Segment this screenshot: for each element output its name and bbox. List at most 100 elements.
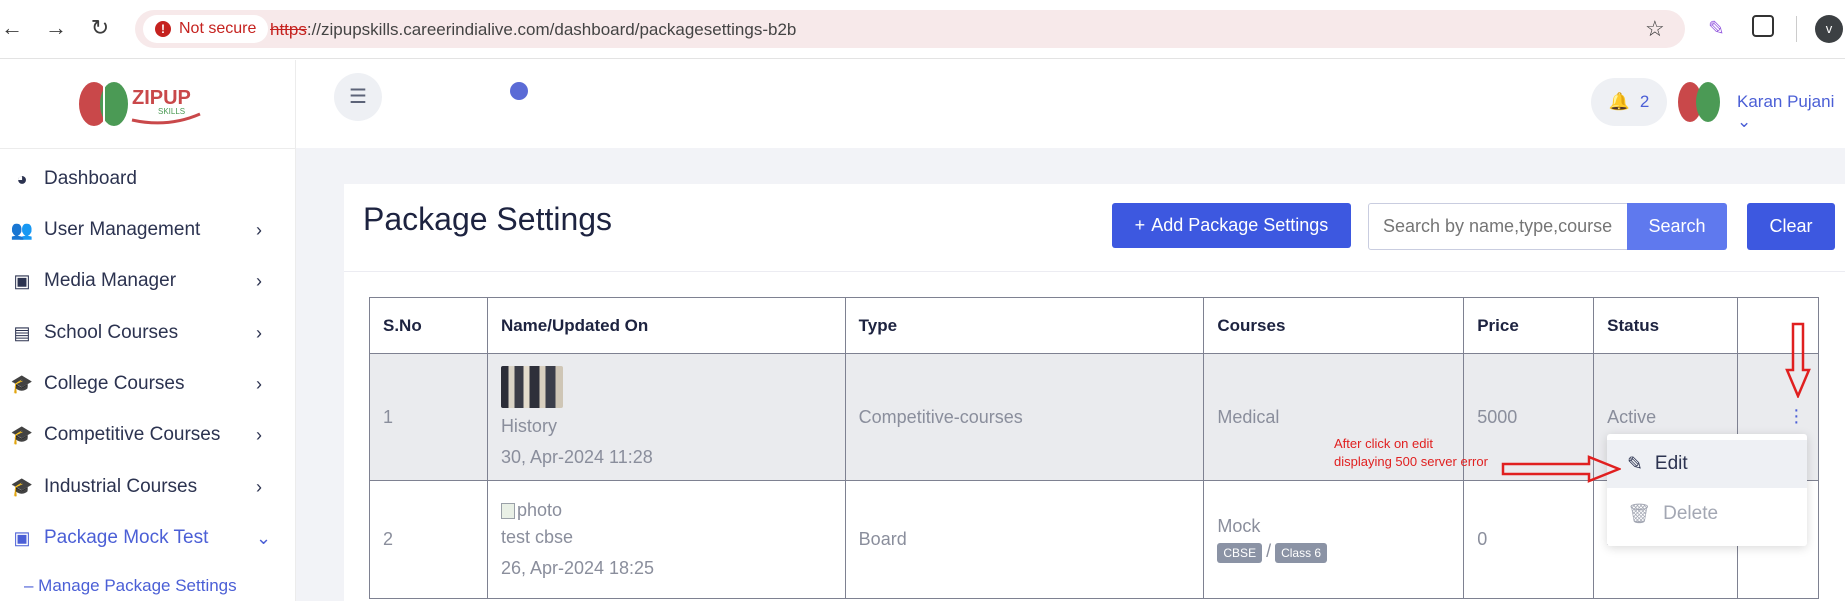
sidebar-item-industrial-courses[interactable]: 🎓 Industrial Courses › <box>0 465 296 509</box>
chevron-right-icon: › <box>256 219 262 240</box>
sidebar-item-user-management[interactable]: 👥 User Management › <box>0 208 296 252</box>
users-icon: 👥 <box>10 219 34 240</box>
clear-button[interactable]: Clear <box>1747 203 1835 250</box>
sidebar-item-school-courses[interactable]: ▤ School Courses › <box>0 311 296 355</box>
image-icon: ▣ <box>13 270 31 291</box>
edit-label: Edit <box>1654 453 1688 474</box>
sidebar-item-label: Dashboard <box>44 168 137 189</box>
sidebar-item-dashboard[interactable]: ◕ Dashboard <box>0 157 296 201</box>
updated-on: 26, Apr-2024 18:25 <box>500 558 655 578</box>
delete-label: Delete <box>1663 503 1719 524</box>
extensions-icon[interactable] <box>1752 15 1774 37</box>
sidebar-item-label: College Courses <box>44 373 185 394</box>
sidebar-item-label: Media Manager <box>44 270 177 291</box>
sidebar-item-label: User Management <box>44 219 201 240</box>
back-icon[interactable]: ← <box>0 16 24 40</box>
chevron-right-icon: › <box>256 476 262 497</box>
address-bar[interactable]: ! Not secure https://zipupskills.careeri… <box>135 10 1685 48</box>
search-button[interactable]: Search <box>1627 203 1727 250</box>
cell-name: History 30, Apr-2024 11:28 <box>486 353 846 481</box>
row-actions-menu: ✎ Edit 🗑 Delete <box>1607 434 1807 546</box>
graduation-cap-icon: 🎓 <box>10 424 34 445</box>
sidebar-item-college-courses[interactable]: 🎓 College Courses › <box>0 362 296 406</box>
course-tag: Class 6 <box>1275 543 1328 563</box>
cell-name: photo test cbse 26, Apr-2024 18:25 <box>486 480 846 599</box>
graduation-cap-icon: 🎓 <box>10 373 34 394</box>
updated-on: 30, Apr-2024 11:28 <box>500 447 653 467</box>
reload-icon[interactable]: ↻ <box>88 16 112 40</box>
avatar[interactable] <box>1676 80 1722 124</box>
package-name: History <box>500 416 557 436</box>
annotation-arrow-right <box>1501 455 1621 483</box>
pen-icon[interactable]: ✎ <box>1708 16 1725 41</box>
cell-price: 0 <box>1463 480 1595 599</box>
cell-type: Competitive-courses <box>844 353 1205 481</box>
row-actions-kebab-icon[interactable]: · · · <box>1793 400 1800 432</box>
svg-text:ZIPUP: ZIPUP <box>132 87 191 109</box>
url-rest: ://zipupskills.careerindialive.com/dashb… <box>306 20 797 39</box>
package-thumbnail <box>500 366 563 408</box>
sidebar-divider <box>0 148 296 149</box>
card-divider <box>344 271 1845 272</box>
globe-icon[interactable] <box>510 82 528 100</box>
package-table: S.No Name/Updated On Type Courses Price … <box>369 297 1819 599</box>
cell-sno: 1 <box>369 353 488 481</box>
broken-image-icon <box>500 502 515 519</box>
chevron-right-icon: › <box>256 270 262 291</box>
add-package-settings-button[interactable]: + Add Package Settings <box>1112 203 1351 248</box>
column-header[interactable]: Status <box>1593 297 1739 354</box>
user-menu[interactable]: Karan Pujani ⌄ <box>1737 92 1845 132</box>
column-header[interactable]: Name/Updated On <box>486 297 846 354</box>
column-header[interactable]: Price <box>1463 297 1595 354</box>
book-icon: ▤ <box>13 322 31 343</box>
bookmark-star-icon[interactable]: ☆ <box>1645 16 1665 42</box>
edit-menu-item[interactable]: ✎ Edit <box>1607 440 1807 488</box>
table-row[interactable]: 2 photo test cbse 26, Apr-2024 18:25 Boa… <box>369 480 1819 599</box>
user-name: Karan Pujani <box>1737 92 1835 111</box>
graduation-cap-icon: 🎓 <box>10 476 34 497</box>
page-title: Package Settings <box>363 201 613 237</box>
browser-toolbar: ← → ↻ ! Not secure https://zipupskills.c… <box>0 0 1845 59</box>
trash-icon: 🗑 <box>1627 504 1652 525</box>
delete-menu-item[interactable]: 🗑 Delete <box>1607 490 1807 538</box>
cell-type: Board <box>844 480 1205 599</box>
column-header[interactable]: Courses <box>1203 297 1465 354</box>
cell-courses: Mock CBSE / Class 6 <box>1203 480 1465 599</box>
chevron-down-icon: ⌄ <box>256 527 272 548</box>
annotation-text: After click on edit displaying 500 serve… <box>1334 435 1488 471</box>
sidebar-item-media-manager[interactable]: ▣ Media Manager › <box>0 259 296 303</box>
search-input[interactable] <box>1368 203 1628 250</box>
annotation-arrow-down <box>1785 322 1811 398</box>
security-label: Not secure <box>179 20 257 37</box>
column-header[interactable]: S.No <box>369 297 488 354</box>
security-indicator[interactable]: ! Not secure <box>143 15 269 43</box>
package-name: test cbse <box>500 527 573 547</box>
chevron-right-icon: › <box>256 373 262 394</box>
cell-sno: 2 <box>369 480 488 599</box>
sidebar-item-label: Competitive Courses <box>44 424 221 445</box>
sidebar-subitem-manage-package-settings[interactable]: – Manage Package Settings <box>24 576 237 596</box>
courses-value: Mock <box>1217 516 1261 536</box>
url-scheme: https <box>270 20 307 39</box>
notifications-button[interactable]: 🔔 2 <box>1591 78 1667 126</box>
chevron-right-icon: › <box>256 424 262 445</box>
add-button-label: Add Package Settings <box>1151 215 1329 235</box>
chevron-right-icon: › <box>256 322 262 343</box>
url-text[interactable]: https://zipupskills.careerindialive.com/… <box>270 20 796 40</box>
notification-count: 2 <box>1639 92 1650 111</box>
top-header: ☰ 🔔 2 Karan Pujani ⌄ <box>296 60 1845 148</box>
sidebar-item-competitive-courses[interactable]: 🎓 Competitive Courses › <box>0 413 296 457</box>
image-icon: ▣ <box>13 527 31 548</box>
pencil-icon: ✎ <box>1627 453 1643 475</box>
forward-icon[interactable]: → <box>44 16 68 40</box>
course-tag: CBSE <box>1217 543 1263 563</box>
palette-icon: ◕ <box>16 168 28 189</box>
annotation-line: After click on edit <box>1334 436 1433 451</box>
sidebar-item-label: Package Mock Test <box>44 527 209 548</box>
profile-avatar[interactable]: v <box>1815 15 1843 43</box>
sidebar-item-package-mock-test[interactable]: ▣ Package Mock Test ⌄ <box>0 516 296 560</box>
column-header[interactable]: Type <box>844 297 1205 354</box>
svg-text:SKILLS: SKILLS <box>158 107 185 116</box>
zipup-logo: ZIPUP SKILLS <box>79 82 201 126</box>
menu-toggle-icon[interactable]: ☰ <box>334 73 382 121</box>
